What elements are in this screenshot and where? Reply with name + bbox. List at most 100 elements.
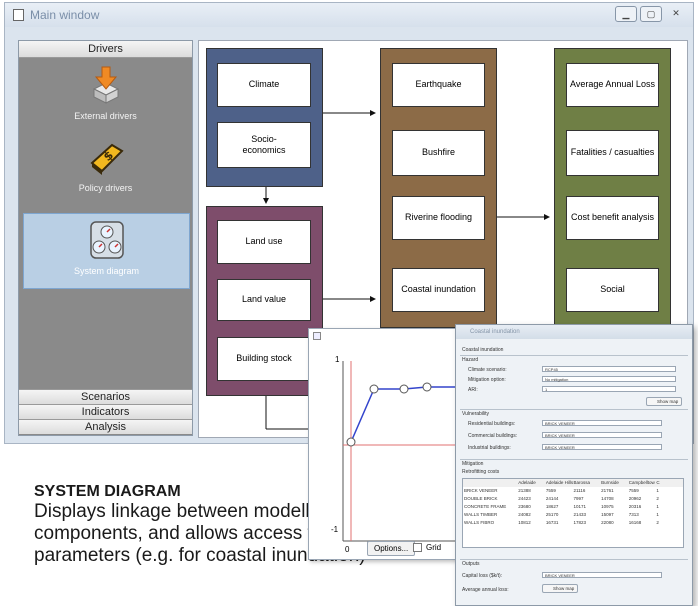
select-value: BRICK VENEER [545,421,575,426]
avg-annual-loss-map-button[interactable]: Show map [542,584,579,593]
nav-item-external-drivers[interactable]: External drivers [19,65,192,121]
box-earthquake[interactable]: Earthquake [392,63,485,107]
box-building-stock[interactable]: Building stock [217,337,311,381]
vulnerability-section-label: Vulnerability [462,411,490,417]
nav-item-label: Policy drivers [78,183,133,193]
nav-tab-analysis[interactable]: Analysis [19,419,192,434]
table-cell: 16168 [628,520,642,525]
table-header: Campbelltown [628,480,656,485]
mitigation-option-select[interactable]: No mitigation [542,376,676,382]
box-socio-economics[interactable]: Socio- economics [217,122,311,168]
table-cell: 22080 [601,520,614,525]
table-cell: 15097 [601,512,614,517]
select-value: RCP45 [545,367,558,372]
box-average-annual-loss[interactable]: Average Annual Loss [566,63,659,107]
field-label: Climate scenario: [468,367,507,373]
box-label: Land value [241,294,287,305]
table-cell: 2 [656,520,659,525]
window-title: Main window [30,8,100,22]
divider [460,459,688,460]
box-coastal-inundation[interactable]: Coastal inundation [392,268,485,312]
divider [460,355,688,356]
box-fatalities[interactable]: Fatalities / casualties [566,130,659,176]
box-climate[interactable]: Climate [217,63,311,107]
table-cell: 21761 [601,488,614,493]
panel-tab[interactable]: Coastal inundation [462,347,503,353]
table-cell: 16731 [545,520,559,525]
table-header [463,479,517,487]
close-button[interactable]: ✕ [665,6,687,22]
table-cell: CONCRETE FRAME [464,504,507,509]
outputs-section-label: Outputs [462,561,480,567]
nav-header-drivers[interactable]: Drivers [19,41,192,58]
box-bushfire[interactable]: Bushfire [392,130,485,176]
table-cell: 24423 [518,496,531,501]
table-cell: 21433 [573,512,587,517]
nav-tab-indicators[interactable]: Indicators [19,404,192,419]
show-map-button[interactable]: Show map [646,397,683,406]
table-cell: WALLS TIMBER [464,512,498,517]
minimize-button[interactable]: ▁ [615,6,637,22]
capital-loss-select[interactable]: BRICK VENEER [542,572,662,578]
graph-y-bottom: -1 [331,525,339,534]
commercial-select[interactable]: BRICK VENEER [542,432,662,438]
box-label: Socio- economics [242,133,286,155]
panel-title-bar: Coastal inundation [456,325,692,339]
box-label: Social [600,284,625,295]
nav-item-system-diagram[interactable]: System diagram [23,213,190,289]
table-row[interactable]: CONCRETE FRAME 23680 18627 10171 10975 20316 1 [463,503,683,511]
graph-y-top: 1 [335,355,340,364]
box-label: Land use [245,236,283,247]
table-row[interactable]: WALLS TIMBER 24082 25170 21433 15097 7313 1 [463,511,683,519]
policy-book-icon: $ [89,143,124,175]
select-value: BRICK VENEER [545,445,575,450]
table-cell: 21116 [573,488,586,493]
box-riverine-flooding[interactable]: Riverine flooding [392,196,485,240]
nav-tab-scenarios[interactable]: Scenarios [19,389,192,404]
table-cell: 23680 [518,504,531,509]
table-header: Burnside [601,480,619,485]
grid-checkbox[interactable] [413,543,422,552]
box-social[interactable]: Social [566,268,659,312]
ari-select[interactable]: 1 [542,386,676,392]
options-button[interactable]: Options... [367,541,416,556]
table-cell: 18627 [545,504,559,509]
field-label: ARI: [468,387,478,393]
nav-item-label: System diagram [73,266,140,276]
table-cell: 2 [656,496,659,501]
box-label: Coastal inundation [401,284,476,295]
table-header: Barossa [573,480,591,485]
table-row[interactable]: DOUBLE BRICK 24423 24144 7997 14708 20962 2 [463,495,683,503]
gauges-icon [89,221,124,259]
field-label: Industrial buildings: [468,445,511,451]
box-cost-benefit[interactable]: Cost benefit analysis [566,196,659,240]
nav-item-policy-drivers[interactable]: $ Policy drivers [19,137,192,193]
table-cell: 24082 [518,512,531,517]
climate-scenario-select[interactable]: RCP45 [542,366,676,372]
industrial-select[interactable]: BRICK VENEER [542,444,662,450]
table-row[interactable]: BRICK VENEER 21388 7559 21116 21761 7559 1 [463,487,683,495]
table-cell: DOUBLE BRICK [464,496,498,501]
table-cell: 20962 [628,496,642,501]
retrofitting-table[interactable]: Adelaide Adelaide Hills Barossa Burnside… [462,478,684,548]
residential-select[interactable]: BRICK VENEER [542,420,662,426]
table-row[interactable]: WALLS FIBRO 10812 16731 17823 22080 16168 2 [463,519,683,527]
box-land-use[interactable]: Land use [217,220,311,264]
select-value: No mitigation [545,377,569,382]
table-cell: 7559 [545,488,556,493]
table-cell: BRICK VENEER [464,488,498,493]
table-cell: 20316 [628,504,642,509]
table-cell: 17823 [573,520,587,525]
table-cell: 7997 [573,496,584,501]
box-label: Earthquake [415,79,462,90]
title-bar: Main window [5,3,693,27]
select-value: BRICK VENEER [545,433,575,438]
select-value: 1 [545,387,548,392]
table-cell: 7313 [628,512,639,517]
field-label: Residential buildings: [468,421,516,427]
box-land-value[interactable]: Land value [217,279,311,321]
table-cell: 1 [656,504,659,509]
maximize-button[interactable]: ▢ [640,6,662,22]
divider [460,559,688,560]
field-label: Capital loss ($k/t): [462,573,503,579]
